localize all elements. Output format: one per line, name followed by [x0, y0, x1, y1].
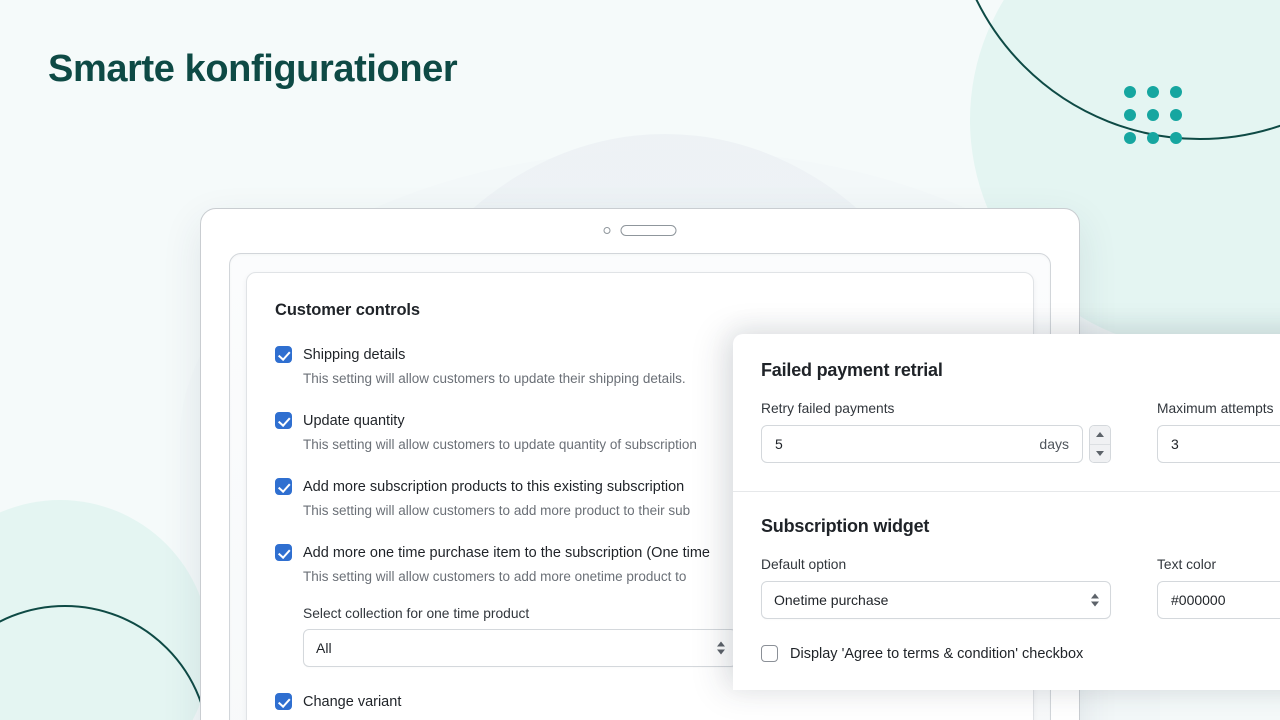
text-color-label: Text color [1157, 557, 1217, 572]
default-option-value: Onetime purchase [774, 592, 889, 608]
card-title: Customer controls [275, 301, 420, 319]
collection-select[interactable]: All [303, 629, 737, 667]
retry-failed-payments-field: Retry failed payments 5 days [761, 401, 1111, 463]
text-color-input[interactable]: #000000 [1157, 581, 1280, 619]
terms-checkbox-row[interactable]: Display 'Agree to terms & condition' che… [761, 645, 1280, 662]
page-title: Smarte konfigurationer [48, 48, 458, 90]
text-color-value: #000000 [1171, 592, 1226, 608]
collection-select-value: All [316, 640, 332, 656]
checkbox-change-variant[interactable] [275, 693, 292, 710]
device-camera-bar [603, 225, 677, 236]
default-option-select[interactable]: Onetime purchase [761, 581, 1111, 619]
setting-label: Change variant [303, 693, 402, 710]
speaker-icon [620, 225, 677, 236]
setting-label: Shipping details [303, 346, 406, 363]
retry-failed-payments-value: 5 [775, 436, 783, 452]
retry-failed-payments-input[interactable]: 5 days [761, 425, 1083, 463]
default-option-label: Default option [761, 557, 847, 572]
maximum-attempts-value: 3 [1171, 436, 1179, 452]
maximum-attempts-label: Maximum attempts [1157, 401, 1274, 416]
failed-payment-retrial-section: Failed payment retrial Retry failed paym… [733, 334, 1280, 491]
camera-icon [603, 227, 611, 234]
checkbox-shipping-details[interactable] [275, 346, 292, 363]
checkbox-update-quantity[interactable] [275, 412, 292, 429]
section-title-failed-payment-retrial: Failed payment retrial [761, 360, 943, 380]
checkbox-add-subscription-products[interactable] [275, 478, 292, 495]
text-color-field: Text color #000000 [1157, 557, 1280, 619]
setting-label: Add more subscription products to this e… [303, 478, 685, 495]
checkbox-display-terms[interactable] [761, 645, 778, 662]
setting-label: Add more one time purchase item to the s… [303, 544, 710, 561]
retry-failed-payments-suffix: days [1039, 436, 1069, 452]
stepper-decrement-button[interactable] [1090, 444, 1110, 462]
retry-failed-payments-label: Retry failed payments [761, 401, 895, 416]
retry-days-stepper[interactable] [1089, 425, 1111, 463]
chevron-updown-icon [1091, 593, 1099, 607]
default-option-field: Default option Onetime purchase [761, 557, 1111, 619]
dot-grid-icon [1124, 86, 1182, 144]
maximum-attempts-field: Maximum attempts 3 [1157, 401, 1280, 463]
maximum-attempts-input[interactable]: 3 [1157, 425, 1280, 463]
section-title-subscription-widget: Subscription widget [761, 516, 930, 536]
checkbox-add-one-time-purchase[interactable] [275, 544, 292, 561]
setting-change-variant[interactable]: Change variant [275, 693, 1005, 710]
terms-checkbox-label: Display 'Agree to terms & condition' che… [790, 645, 1084, 662]
setting-label: Update quantity [303, 412, 405, 429]
chevron-updown-icon [717, 641, 725, 655]
stepper-increment-button[interactable] [1090, 426, 1110, 445]
settings-floating-panel: Failed payment retrial Retry failed paym… [733, 334, 1280, 690]
subscription-widget-section: Subscription widget Default option Oneti… [733, 492, 1280, 690]
